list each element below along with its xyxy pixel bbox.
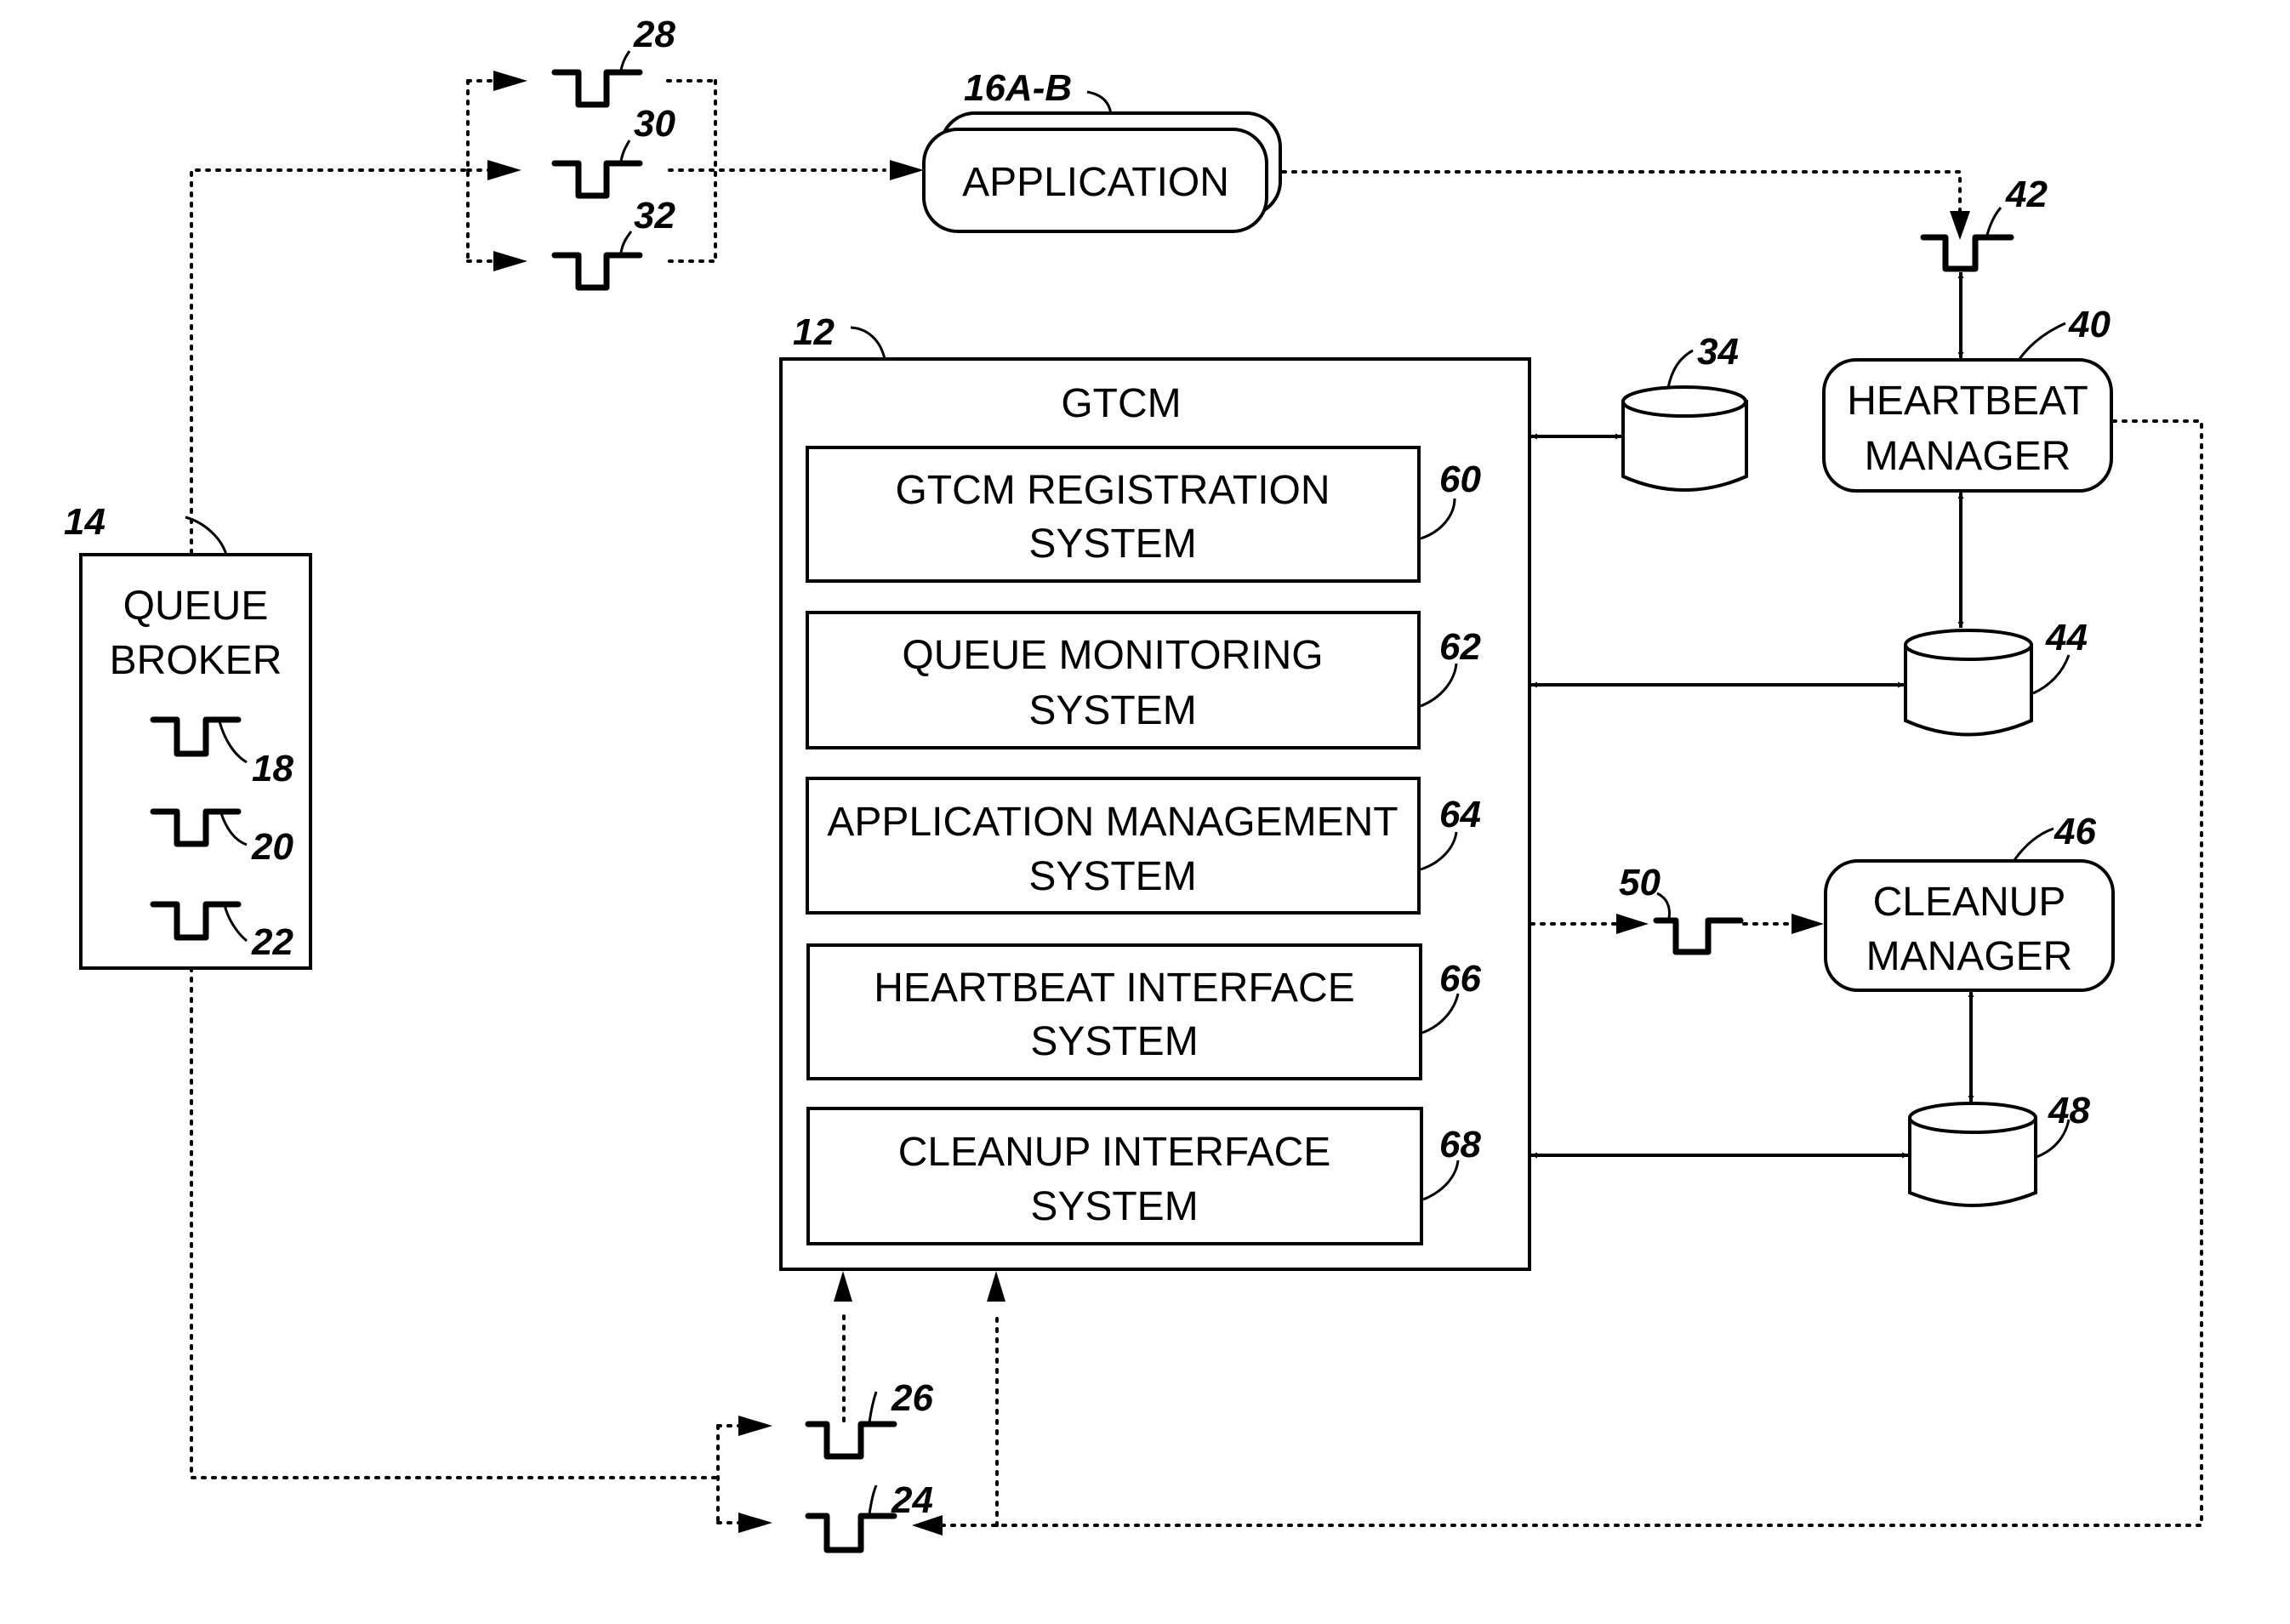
application-management-system[interactable]: APPLICATION MANAGEMENT SYSTEM 64	[806, 777, 1481, 915]
broker-to-gtcm-queues-line	[190, 966, 720, 1479]
gtcm-ref-leader	[850, 326, 886, 360]
arrowhead-gtcm-from-bottom	[987, 1271, 1005, 1302]
gtcm-title: GTCM	[1061, 381, 1181, 426]
arrowhead-queue-28	[493, 71, 527, 91]
queue-50-icon	[1653, 917, 1744, 955]
database-44-ref: 44	[2045, 617, 2088, 658]
arrowhead-queue-26	[738, 1416, 772, 1436]
heartbeat-manager-line1: HEARTBEAT	[1847, 379, 2088, 424]
heartbeat-interface-system-line2: SYSTEM	[1030, 1019, 1198, 1064]
database-34-ref: 34	[1697, 331, 1739, 373]
arrowhead-application	[890, 160, 924, 180]
gtcm-registration-system-line2: SYSTEM	[1028, 521, 1196, 567]
queue-42-leader	[1985, 207, 2002, 236]
heartbeat-interface-system-ref: 66	[1439, 958, 1481, 1000]
queue-24-ref: 24	[891, 1479, 933, 1521]
arrowhead-queue-32	[493, 251, 527, 271]
application-to-heartbeat-queue-line	[1281, 170, 1962, 213]
heartbeat-interface-system[interactable]: HEARTBEAT INTERFACE SYSTEM 66	[806, 943, 1481, 1080]
queue-monitoring-system-ref: 62	[1439, 626, 1481, 668]
heartbeat-database[interactable]: 44	[1904, 617, 2088, 737]
queue-broker[interactable]: QUEUE BROKER 14 18 20 22	[64, 501, 312, 970]
queue-26-ref: 26	[891, 1377, 933, 1419]
arrowhead-gtcm-from-26	[834, 1271, 852, 1302]
application-management-system-ref: 64	[1439, 794, 1481, 835]
queue-32-icon	[551, 252, 643, 291]
heartbeat-manager[interactable]: HEARTBEAT MANAGER 40	[1822, 304, 2113, 493]
queue-18-ref: 18	[252, 748, 293, 789]
heartbeat-interface-system-line1: HEARTBEAT INTERFACE	[874, 966, 1354, 1011]
queue-20-ref: 20	[251, 826, 293, 868]
arrowhead-queue-30	[487, 160, 521, 180]
application-ref-leader	[1086, 90, 1113, 116]
queue-26-icon	[805, 1421, 897, 1460]
database-34-top	[1621, 385, 1747, 418]
database-48-ref: 48	[2048, 1090, 2090, 1131]
cleanup-manager[interactable]: CLEANUP MANAGER 46	[1824, 811, 2115, 992]
cleanup-interface-system-line2: SYSTEM	[1030, 1184, 1198, 1229]
arrowhead-queue-42	[1950, 211, 1970, 240]
application[interactable]: APPLICATION 16A-B	[922, 67, 1282, 233]
queue-32-leader	[619, 231, 633, 254]
queue-broker-label-line1: QUEUE	[123, 584, 269, 629]
queue-50-ref: 50	[1619, 862, 1661, 903]
queue-26-leader	[868, 1391, 878, 1423]
gtcm-registration-system-ref: 60	[1439, 459, 1481, 500]
heartbeat-manager-line2: MANAGER	[1865, 434, 2071, 479]
database-34-leader	[1666, 349, 1694, 389]
arrowhead-cleanup-manager	[1792, 914, 1824, 934]
queue-24-leader	[868, 1484, 878, 1515]
queue-30-icon	[551, 160, 643, 199]
arrowhead-queue-50	[1616, 914, 1649, 934]
cleanup-manager-line2: MANAGER	[1866, 934, 2073, 979]
queue-broker-ref: 14	[64, 501, 105, 543]
gtcm-registration-system-line1: GTCM REGISTRATION	[895, 468, 1330, 513]
system-diagram: APPLICATION 16A-B 28 30 32 QUEUE BROKER …	[64, 14, 2203, 1553]
application-label: APPLICATION	[962, 160, 1229, 205]
heartbeat-manager-ref: 40	[2068, 304, 2111, 345]
heartbeat-queue: 42	[1920, 174, 2048, 272]
cleanup-manager-ref: 46	[2054, 811, 2096, 852]
queue-24-icon	[805, 1513, 897, 1553]
queue-30-leader	[619, 140, 631, 162]
queue-42-ref: 42	[2005, 174, 2048, 215]
queue-28-leader	[619, 50, 631, 71]
application-management-system-line2: SYSTEM	[1028, 854, 1196, 899]
cleanup-database[interactable]: 48	[1908, 1090, 2090, 1207]
database-44-leader	[2032, 654, 2071, 695]
queue-monitoring-system-line1: QUEUE MONITORING	[902, 633, 1323, 678]
queue-30-ref: 30	[634, 103, 675, 145]
application-queues: 28 30 32	[551, 14, 675, 291]
cleanup-interface-system[interactable]: CLEANUP INTERFACE SYSTEM 68	[806, 1107, 1481, 1245]
cleanup-queue: 50	[1619, 862, 1744, 955]
queue-42-icon	[1920, 234, 2014, 272]
database-48-top	[1908, 1102, 2037, 1134]
queue-32-ref: 32	[634, 195, 675, 236]
cleanup-manager-line1: CLEANUP	[1873, 880, 2066, 925]
cleanup-interface-system-ref: 68	[1439, 1124, 1481, 1165]
arrowhead-queue-24	[738, 1513, 772, 1533]
application-ref: 16A-B	[964, 67, 1072, 109]
gtcm-ref: 12	[793, 311, 835, 353]
broker-to-app-queues-line	[190, 168, 470, 555]
queue-28-icon	[551, 69, 643, 108]
queue-broker-label-line2: BROKER	[110, 638, 282, 683]
queue-28-ref: 28	[633, 14, 675, 55]
gtcm-database[interactable]: 34	[1621, 331, 1748, 492]
cleanup-interface-system-line1: CLEANUP INTERFACE	[898, 1130, 1331, 1175]
cleanup-manager-leader	[2013, 827, 2054, 861]
gtcm-registration-system[interactable]: GTCM REGISTRATION SYSTEM 60	[806, 446, 1481, 583]
queue-monitoring-system-line2: SYSTEM	[1028, 688, 1196, 733]
queue-monitoring-system[interactable]: QUEUE MONITORING SYSTEM 62	[806, 611, 1481, 749]
gtcm-input-queues: 26 24	[805, 1377, 933, 1553]
gtcm[interactable]: GTCM 12 GTCM REGISTRATION SYSTEM 60 QUEU…	[779, 311, 1531, 1271]
database-44-top	[1904, 629, 2033, 661]
application-management-system-line1: APPLICATION MANAGEMENT	[827, 800, 1398, 845]
queue-22-ref: 22	[251, 921, 293, 963]
heartbeat-manager-leader	[2018, 322, 2066, 360]
